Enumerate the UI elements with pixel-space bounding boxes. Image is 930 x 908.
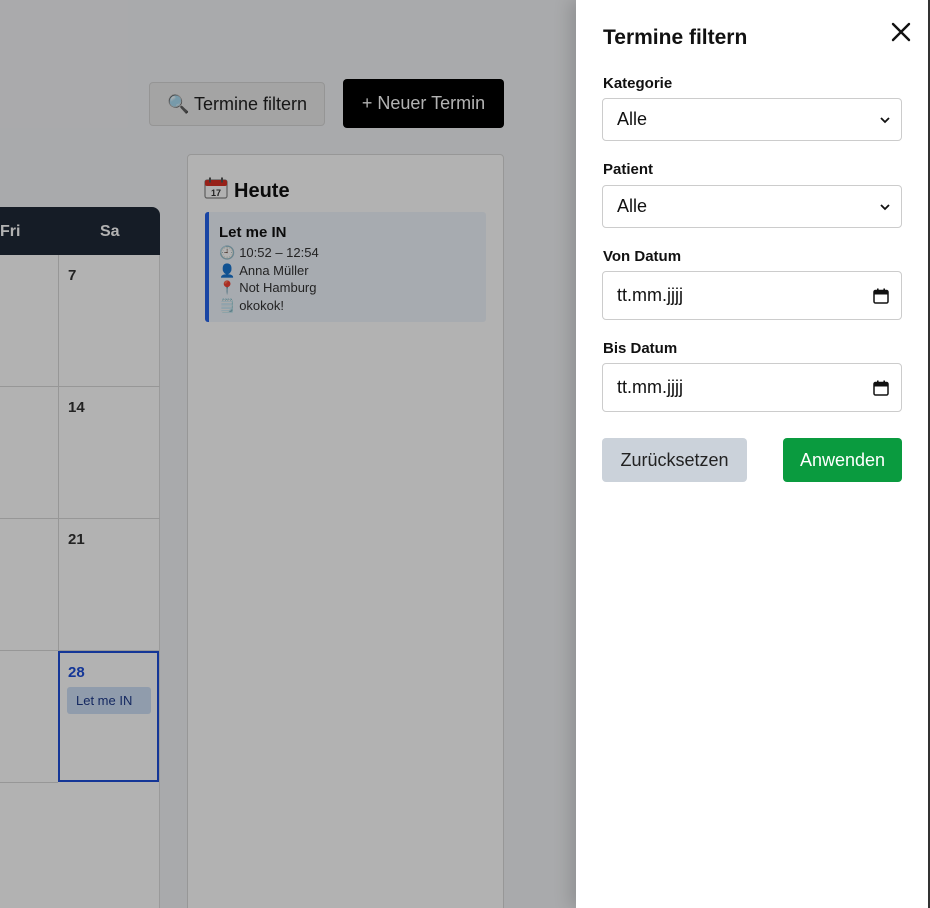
chevron-down-icon [880, 203, 890, 210]
filter-drawer: Termine filtern Kategorie Alle Patient A… [576, 0, 930, 908]
von-datum-input[interactable]: tt.mm.jjjj [602, 271, 902, 320]
drawer-title: Termine filtern [603, 26, 748, 49]
von-datum-placeholder: tt.mm.jjjj [617, 285, 683, 305]
patient-select[interactable]: Alle [602, 185, 902, 228]
kategorie-value: Alle [617, 109, 648, 129]
calendar-picker-icon[interactable] [873, 288, 889, 304]
patient-label: Patient [603, 161, 654, 178]
bis-datum-label: Bis Datum [603, 340, 678, 357]
von-datum-label: Von Datum [603, 248, 682, 265]
patient-value: Alle [617, 196, 648, 216]
chevron-down-icon [880, 116, 890, 123]
kategorie-select[interactable]: Alle [602, 98, 902, 141]
close-icon [891, 22, 911, 42]
apply-button[interactable]: Anwenden [783, 438, 902, 482]
bis-datum-placeholder: tt.mm.jjjj [617, 377, 683, 397]
reset-button[interactable]: Zurücksetzen [602, 438, 747, 482]
close-button[interactable] [888, 19, 914, 45]
calendar-picker-icon[interactable] [873, 380, 889, 396]
bis-datum-input[interactable]: tt.mm.jjjj [602, 363, 902, 412]
kategorie-label: Kategorie [603, 75, 673, 92]
